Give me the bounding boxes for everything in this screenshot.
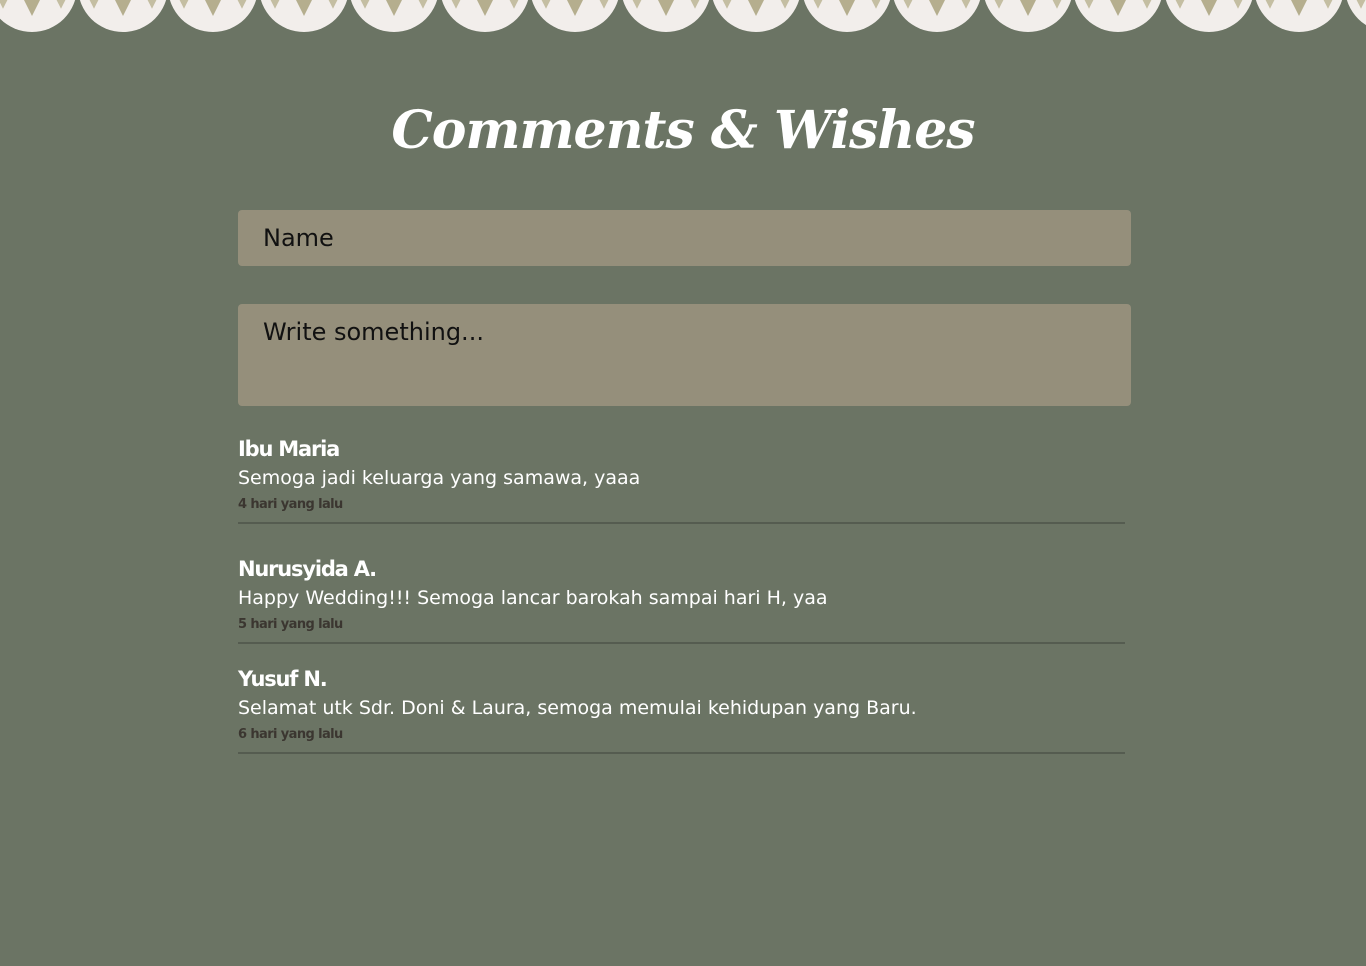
scallop-circle bbox=[439, 0, 530, 32]
scallop-circle bbox=[801, 0, 892, 32]
comment-text: Happy Wedding!!! Semoga lancar barokah s… bbox=[238, 587, 828, 609]
scallop-circle bbox=[168, 0, 258, 32]
leaf-icon bbox=[1232, 0, 1243, 9]
leaf-icon bbox=[631, 0, 642, 9]
leaf-icon bbox=[748, 0, 764, 16]
leaf-icon bbox=[993, 0, 1004, 9]
leaf-icon bbox=[567, 0, 583, 16]
leaf-icon bbox=[1355, 0, 1366, 9]
leaf-icon bbox=[114, 0, 131, 16]
leaf-icon bbox=[88, 0, 99, 9]
scallop-circle bbox=[620, 0, 711, 32]
page-title: Comments & Wishes bbox=[391, 100, 975, 161]
leaf-icon bbox=[689, 0, 700, 9]
scallop-circle bbox=[711, 0, 801, 32]
name-input[interactable] bbox=[238, 210, 1131, 266]
leaf-icon bbox=[657, 0, 674, 16]
leaf-icon bbox=[450, 0, 461, 9]
leaf-icon bbox=[237, 0, 247, 9]
leaf-icon bbox=[360, 0, 370, 9]
leaf-icon bbox=[386, 0, 402, 16]
scallop-circle bbox=[530, 0, 620, 32]
scallop-circle bbox=[258, 0, 349, 32]
comment-item: Yusuf N. Selamat utk Sdr. Doni & Laura, … bbox=[238, 667, 1125, 754]
scallop-circle bbox=[892, 0, 982, 32]
leaf-icon bbox=[812, 0, 823, 9]
leaf-icon bbox=[476, 0, 493, 16]
leaf-icon bbox=[870, 0, 881, 9]
leaf-icon bbox=[961, 0, 971, 9]
leaf-icon bbox=[1200, 0, 1217, 16]
leaf-icon bbox=[1174, 0, 1185, 9]
scallop-circle bbox=[349, 0, 439, 32]
scallop-circle bbox=[1254, 0, 1344, 32]
leaf-icon bbox=[327, 0, 338, 9]
leaf-icon bbox=[780, 0, 790, 9]
scallop-circle bbox=[1073, 0, 1163, 32]
scallop-circle bbox=[0, 0, 77, 32]
leaf-icon bbox=[599, 0, 609, 9]
leaf-icon bbox=[418, 0, 428, 9]
comment-time: 6 hari yang lalu bbox=[238, 727, 343, 742]
scallop-circle bbox=[1344, 0, 1366, 32]
leaf-icon bbox=[722, 0, 732, 9]
leaf-icon bbox=[1110, 0, 1126, 16]
leaf-icon bbox=[1142, 0, 1152, 9]
scallop-circle bbox=[982, 0, 1073, 32]
comment-item: Nurusyida A. Happy Wedding!!! Semoga lan… bbox=[238, 557, 1125, 644]
leaf-icon bbox=[903, 0, 913, 9]
comment-time: 4 hari yang lalu bbox=[238, 497, 343, 512]
scallop-circle bbox=[77, 0, 168, 32]
leaf-icon bbox=[295, 0, 312, 16]
message-input[interactable] bbox=[238, 304, 1131, 406]
leaf-icon bbox=[269, 0, 280, 9]
leaf-icon bbox=[205, 0, 221, 16]
leaf-icon bbox=[24, 0, 40, 16]
leaf-icon bbox=[1291, 0, 1307, 16]
leaf-icon bbox=[146, 0, 157, 9]
comment-author: Ibu Maria bbox=[238, 437, 340, 461]
comment-item: Ibu Maria Semoga jadi keluarga yang sama… bbox=[238, 437, 1125, 524]
leaf-icon bbox=[929, 0, 945, 16]
leaf-icon bbox=[1265, 0, 1275, 9]
comment-text: Selamat utk Sdr. Doni & Laura, semoga me… bbox=[238, 697, 917, 719]
leaf-icon bbox=[0, 0, 8, 9]
leaf-icon bbox=[1019, 0, 1036, 16]
scallop-circle bbox=[1163, 0, 1254, 32]
leaf-icon bbox=[541, 0, 551, 9]
leaf-icon bbox=[838, 0, 855, 16]
leaf-icon bbox=[1051, 0, 1062, 9]
comment-author: Nurusyida A. bbox=[238, 557, 377, 581]
scallop-border bbox=[0, 0, 1366, 40]
leaf-icon bbox=[508, 0, 519, 9]
comment-text: Semoga jadi keluarga yang samawa, yaaa bbox=[238, 467, 641, 489]
comment-author: Yusuf N. bbox=[238, 667, 328, 691]
leaf-icon bbox=[179, 0, 189, 9]
comment-time: 5 hari yang lalu bbox=[238, 617, 343, 632]
leaf-icon bbox=[56, 0, 66, 9]
leaf-icon bbox=[1084, 0, 1094, 9]
leaf-icon bbox=[1323, 0, 1333, 9]
